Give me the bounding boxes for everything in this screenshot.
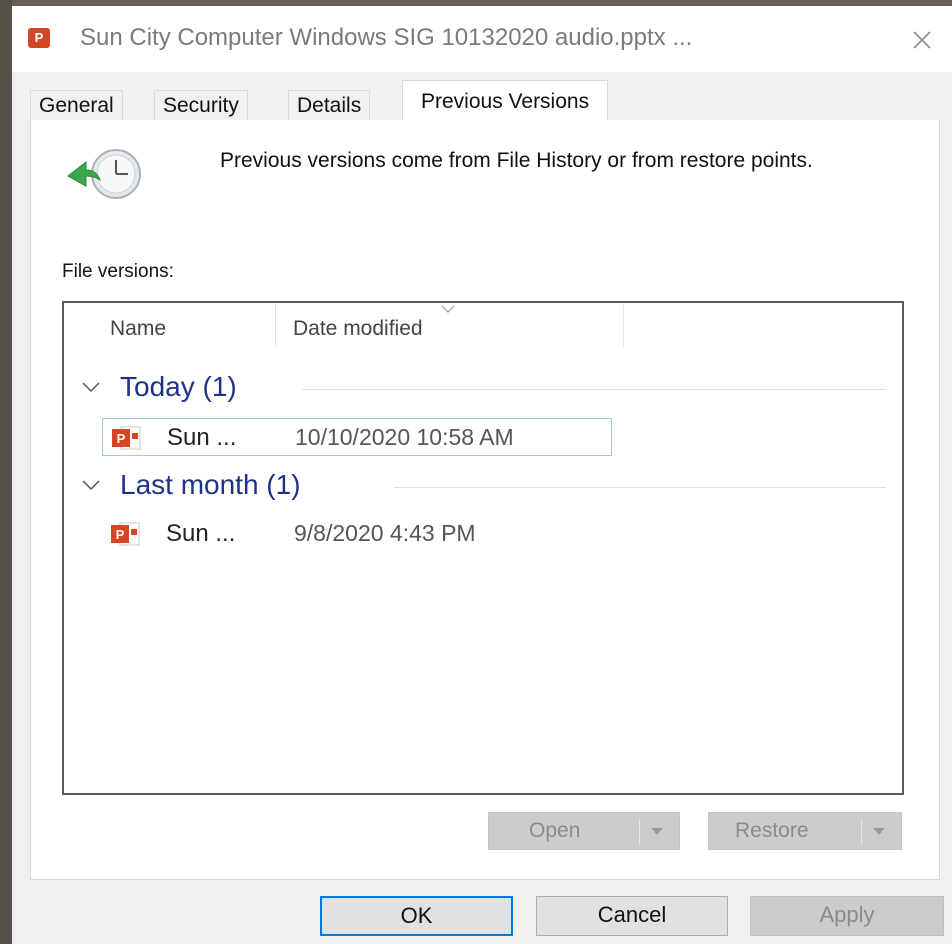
open-button-label: Open	[529, 819, 581, 842]
apply-button[interactable]: Apply	[750, 896, 944, 936]
group-header-last-month[interactable]: Last month (1)	[80, 469, 886, 505]
list-item[interactable]: P Sun ... 9/8/2020 4:43 PM	[102, 515, 612, 553]
open-button[interactable]: Open	[488, 812, 680, 850]
powerpoint-file-icon: P	[111, 522, 140, 546]
group-label: Last month (1)	[120, 469, 301, 500]
tab-previous-versions[interactable]: Previous Versions	[402, 80, 609, 121]
column-header-date-modified[interactable]: Date modified	[293, 317, 423, 341]
restore-button[interactable]: Restore	[708, 812, 902, 850]
restore-clock-icon	[60, 146, 150, 206]
properties-dialog: P Sun City Computer Windows SIG 10132020…	[12, 6, 952, 944]
info-text: Previous versions come from File History…	[220, 149, 813, 172]
dropdown-arrow-icon[interactable]	[871, 825, 887, 837]
tab-general[interactable]: General	[30, 90, 123, 120]
file-name: Sun ...	[167, 424, 237, 451]
restore-button-label: Restore	[735, 819, 809, 842]
split-divider	[861, 819, 862, 845]
chevron-down-icon	[82, 480, 100, 491]
group-label: Today (1)	[120, 371, 237, 402]
group-divider	[302, 389, 886, 390]
close-icon	[913, 31, 931, 49]
file-versions-label: File versions:	[62, 261, 174, 282]
column-header-name[interactable]: Name	[110, 317, 166, 341]
title-bar[interactable]: P Sun City Computer Windows SIG 10132020…	[12, 6, 952, 72]
close-button[interactable]	[902, 20, 942, 60]
file-name: Sun ...	[166, 520, 236, 547]
file-date-modified: 9/8/2020 4:43 PM	[294, 520, 476, 546]
cancel-button[interactable]: Cancel	[536, 896, 728, 936]
file-versions-list[interactable]: Name Date modified Today (1) P Sun ... 1…	[62, 301, 904, 795]
chevron-down-icon	[82, 382, 100, 393]
file-date-modified: 10/10/2020 10:58 AM	[295, 424, 514, 450]
svg-text:P: P	[116, 527, 125, 542]
dropdown-arrow-icon[interactable]	[649, 825, 665, 837]
sort-caret-icon	[441, 305, 455, 313]
tab-details[interactable]: Details	[288, 90, 371, 120]
powerpoint-file-icon: P	[112, 426, 141, 450]
window-title: Sun City Computer Windows SIG 10132020 a…	[80, 24, 693, 51]
column-separator[interactable]	[275, 303, 276, 347]
powerpoint-file-icon: P	[28, 28, 50, 48]
column-separator[interactable]	[623, 303, 624, 347]
group-divider	[394, 487, 886, 488]
desktop-background-edge	[0, 0, 12, 944]
svg-text:P: P	[117, 431, 126, 446]
split-divider	[639, 819, 640, 845]
group-header-today[interactable]: Today (1)	[80, 371, 886, 407]
list-item[interactable]: P Sun ... 10/10/2020 10:58 AM	[102, 418, 612, 456]
ok-button[interactable]: OK	[320, 896, 513, 936]
tab-security[interactable]: Security	[154, 90, 248, 120]
